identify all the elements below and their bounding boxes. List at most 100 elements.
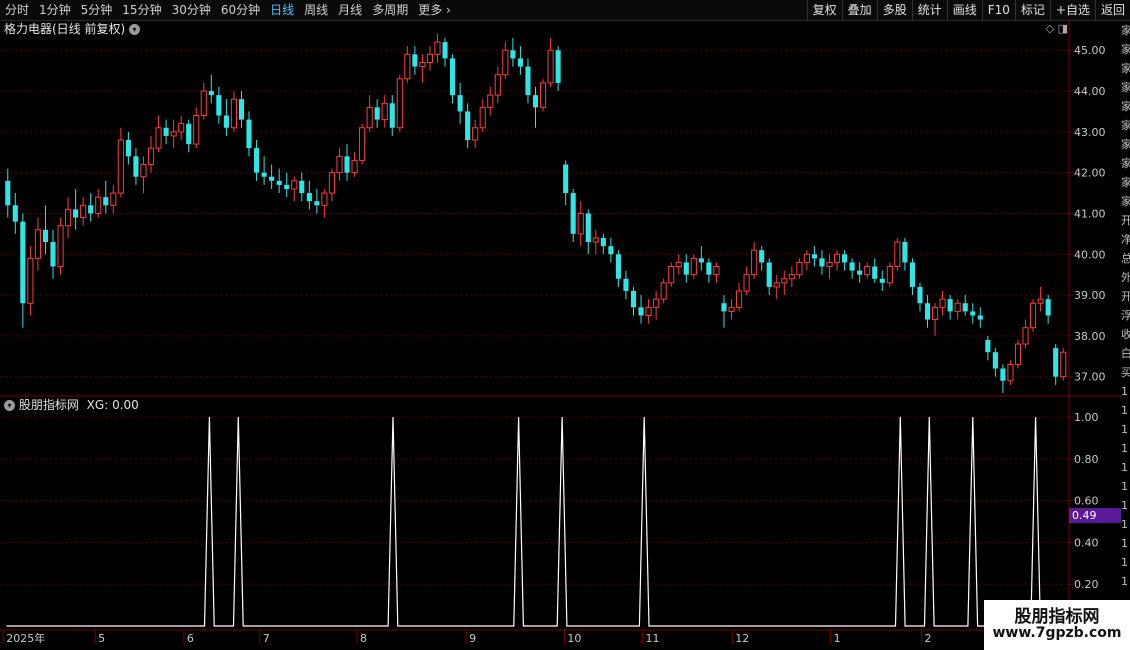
candle-body-down: [238, 99, 245, 120]
candle-body-up: [592, 237, 599, 243]
candle-body-down: [917, 286, 923, 304]
candle-body-up: [675, 261, 682, 268]
candle-body-down: [902, 242, 908, 263]
candle-body-down: [638, 307, 644, 316]
indicator-tick-label: 0.80: [1074, 453, 1099, 466]
watermark: 股朋指标网 www.7gpzb.com: [984, 600, 1130, 650]
candle-body-down: [909, 262, 916, 287]
indicator-tick-label: 0.20: [1074, 578, 1099, 591]
candle-body-down: [759, 250, 765, 263]
indicator-xg-label: XG:: [86, 398, 109, 412]
right-strip-char: 1: [1121, 499, 1128, 512]
candle-body-up: [577, 212, 584, 235]
candle-body-up: [230, 98, 238, 129]
candle-body-down: [555, 50, 561, 83]
candle-body-down: [563, 164, 569, 194]
candle-body-down: [223, 115, 229, 128]
candle-body-down: [125, 140, 131, 157]
candle-body-down: [706, 262, 712, 275]
date-tick-label: 2025年: [6, 631, 45, 645]
watermark-line1: 股朋指标网: [1014, 607, 1100, 627]
right-strip-char: 家: [1121, 195, 1130, 208]
right-strip-char: 开: [1121, 214, 1130, 227]
candle-body-down: [276, 180, 282, 185]
candle-body-up: [366, 106, 373, 129]
candle-body-up: [117, 139, 124, 194]
candle-body-up: [826, 261, 833, 268]
kline-chart[interactable]: 45.00 44.00 43.00 42.00 41.00 40.00 39.00 38.00…: [0, 0, 1121, 648]
xg-signal-line: [6, 416, 1065, 627]
candle-body-up: [27, 257, 34, 304]
candle-body-up: [1060, 351, 1067, 378]
date-tick-label: 9: [469, 632, 476, 645]
candle-body-up: [690, 257, 697, 276]
right-strip-char: 1: [1121, 518, 1128, 531]
candle-body-up: [1037, 298, 1044, 304]
candle-body-down: [186, 123, 192, 145]
candle-body-down: [992, 352, 998, 369]
candle-body-down: [1000, 368, 1006, 381]
price-tick-label: 40.00: [1074, 248, 1106, 261]
candle-body-up: [359, 127, 366, 161]
right-strip-char: 家: [1121, 81, 1130, 94]
indicator-title: ▾ 股朋指标网 XG: 0.00: [4, 398, 139, 412]
candle-body-down: [1045, 299, 1051, 316]
right-strip-char: 浮: [1121, 309, 1130, 322]
candle-body-down: [465, 111, 471, 141]
date-tick-label: 11: [645, 632, 659, 645]
candle-body-up: [653, 298, 660, 308]
candle-body-down: [261, 172, 267, 177]
candle-body-up: [200, 90, 207, 117]
candle-body-down: [849, 262, 855, 271]
price-tick-label: 37.00: [1074, 371, 1106, 384]
right-strip-char: 家: [1121, 62, 1130, 75]
candle-body-down: [857, 270, 863, 275]
candle-body-down: [314, 201, 320, 206]
candle-body-up: [170, 131, 177, 137]
candle-body-up: [351, 159, 358, 174]
candle-body-up: [539, 82, 547, 108]
candle-body-up: [80, 204, 87, 219]
right-strip-char: 1: [1121, 442, 1128, 455]
price-tick-label: 43.00: [1074, 126, 1106, 139]
candle-body-down: [73, 209, 79, 218]
candle-body-down: [208, 91, 214, 96]
right-strip-char: 家: [1121, 43, 1130, 56]
candle-body-up: [140, 163, 147, 178]
candle-body-up: [1022, 327, 1029, 345]
date-tick-label: 5: [98, 632, 105, 645]
right-strip-char: 1: [1121, 537, 1128, 550]
indicator-chevron-down-icon[interactable]: ▾: [4, 400, 15, 411]
candle-body-down: [163, 127, 169, 136]
right-strip-char: 1: [1121, 385, 1128, 398]
candle-body-up: [178, 123, 185, 133]
candle-body-up: [645, 306, 652, 316]
date-tick-label: 8: [360, 632, 367, 645]
date-tick-label: 10: [567, 632, 581, 645]
date-tick-label: 1: [834, 632, 841, 645]
candle-body-up: [735, 290, 743, 308]
candle-body-up: [894, 241, 901, 268]
date-tick-label: 6: [187, 632, 194, 645]
right-strip-char: 白: [1121, 347, 1130, 360]
candle-body-down: [88, 205, 94, 214]
candle-body-up: [547, 49, 554, 84]
indicator-name: 股朋指标网: [18, 398, 79, 412]
candle-body-down: [42, 229, 49, 243]
candle-body-up: [1007, 363, 1014, 382]
candle-body-down: [299, 180, 305, 194]
right-strip-char: 收: [1121, 328, 1130, 341]
right-strip-char: 总: [1121, 252, 1130, 265]
right-strip-char: 1: [1121, 461, 1128, 474]
candle-body-down: [721, 303, 727, 312]
right-strip-char: 家: [1121, 119, 1130, 132]
candle-body-up: [479, 106, 486, 129]
candle-body-up: [864, 266, 871, 276]
candle-body-up: [65, 208, 72, 227]
candle-body-down: [585, 213, 591, 243]
candle-body-up: [751, 249, 758, 276]
right-strip-char: 家: [1121, 176, 1130, 189]
candle-body-down: [842, 254, 848, 263]
candle-body-up: [155, 127, 162, 149]
candle-body-up: [34, 229, 41, 259]
